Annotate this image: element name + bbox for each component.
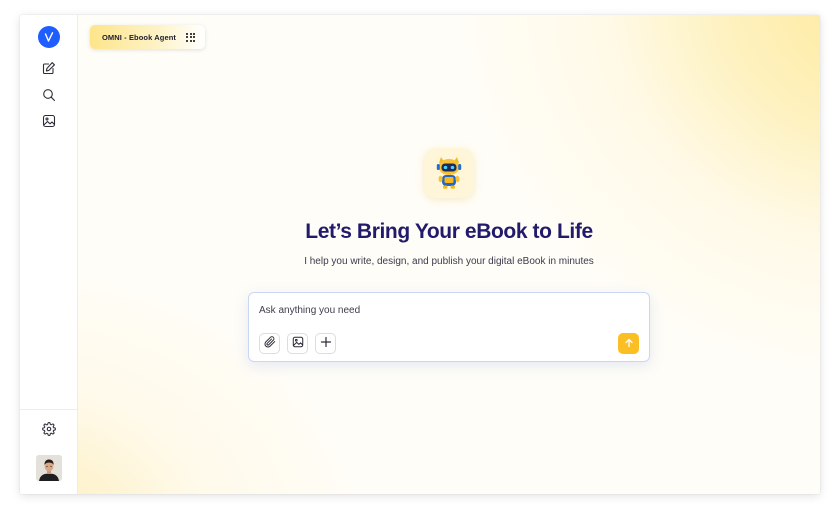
send-button[interactable] <box>618 333 639 354</box>
image-icon <box>292 335 304 353</box>
main-area: OMNI - Ebook Agent Let’s Bring Your eBoo… <box>78 15 820 494</box>
gear-icon <box>42 421 56 441</box>
prompt-input[interactable] <box>259 303 629 317</box>
edit-icon <box>42 61 56 80</box>
chat-composer <box>248 292 650 362</box>
image-icon <box>42 114 56 133</box>
arrow-up-icon <box>624 335 634 353</box>
settings-button[interactable] <box>39 421 59 441</box>
image-upload-button[interactable] <box>287 333 308 354</box>
sidebar <box>20 15 78 494</box>
new-chat-button[interactable] <box>39 60 59 80</box>
agent-chip-label: OMNI - Ebook Agent <box>102 32 177 42</box>
user-avatar[interactable] <box>36 455 62 481</box>
agent-selector-chip[interactable]: OMNI - Ebook Agent <box>90 25 206 49</box>
plus-icon <box>320 335 332 353</box>
more-options-button[interactable] <box>315 333 336 354</box>
grid-icon <box>186 32 196 42</box>
brand-logo-icon[interactable] <box>38 26 60 48</box>
search-icon <box>42 88 56 107</box>
app-window: OMNI - Ebook Agent Let’s Bring Your eBoo… <box>20 15 820 494</box>
attach-button[interactable] <box>259 333 280 354</box>
page-subtitle: I help you write, design, and publish yo… <box>304 256 594 267</box>
robot-mascot-icon <box>424 148 474 198</box>
search-button[interactable] <box>39 87 59 107</box>
sidebar-divider <box>20 409 78 410</box>
page-title: Let’s Bring Your eBook to Life <box>305 220 593 243</box>
paperclip-icon <box>263 335 276 353</box>
gallery-button[interactable] <box>39 113 59 133</box>
